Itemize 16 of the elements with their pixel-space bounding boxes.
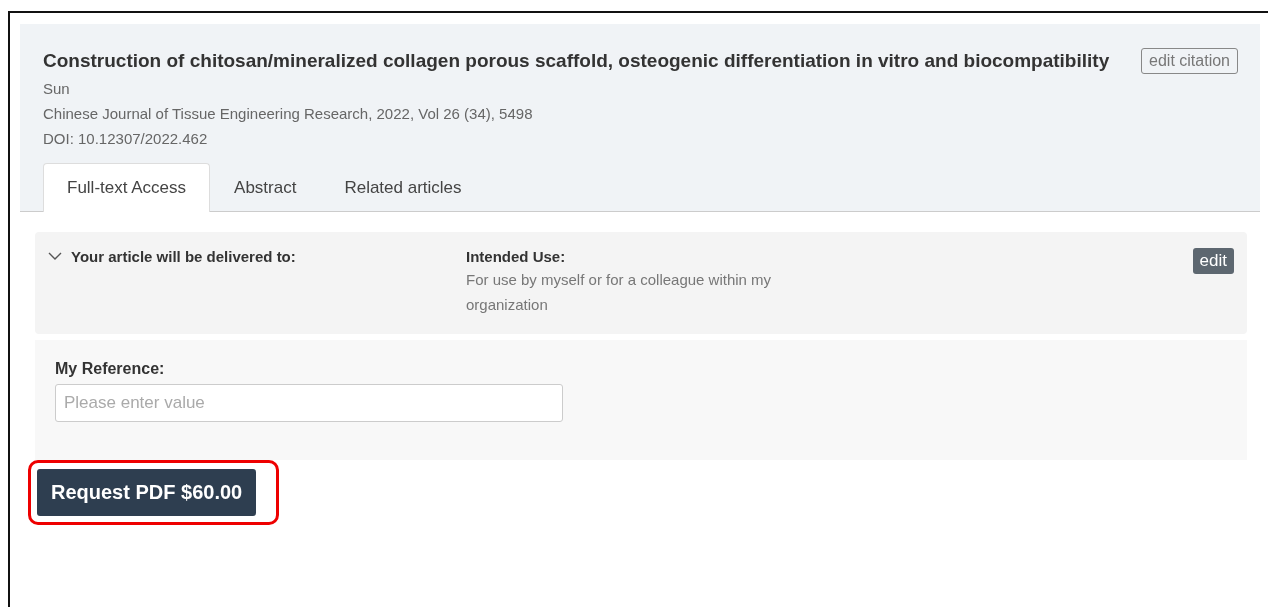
author-name: Sun: [43, 79, 71, 99]
delivery-heading: Your article will be delivered to:: [71, 248, 296, 265]
doi-text: DOI: 10.12307/2022.462: [43, 129, 209, 149]
intended-use-label: Intended Use:: [466, 248, 567, 265]
journal-source: Chinese Journal of Tissue Engineering Research, 2022, Vol 26 (34), 5498: [43, 104, 534, 124]
reference-label: My Reference:: [55, 360, 166, 378]
tab[interactable]: Related articles: [320, 163, 486, 212]
article-title: Construction of chitosan/mineralized collagen porous scaffold, osteogenic differentiation in vitro and biocompatibility: [43, 49, 1111, 73]
tab[interactable]: Abstract: [210, 163, 321, 212]
intended-use-text: For use by myself or for a colleague within my organization: [466, 270, 773, 315]
edit-button[interactable]: edit: [1192, 248, 1234, 274]
tab[interactable]: Full-text Access: [43, 163, 211, 212]
reference-input[interactable]: Please enter value: [55, 384, 563, 422]
request-pdf-button[interactable]: Request PDF $60.00: [37, 469, 257, 516]
edit-citation-button[interactable]: edit citation: [1141, 48, 1238, 74]
chevron-icon[interactable]: [48, 252, 62, 261]
